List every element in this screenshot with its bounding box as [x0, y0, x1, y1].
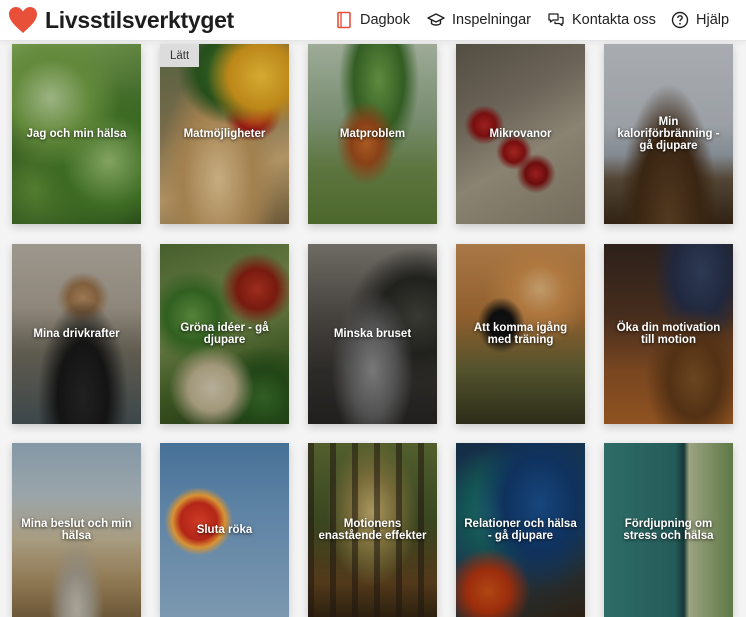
nav-dagbok[interactable]: Dagbok [335, 0, 410, 40]
card-label: Gröna idéer - gå djupare [180, 322, 269, 346]
card-label: Öka din motivation till motion [616, 322, 721, 346]
card-label: Matmöjligheter [183, 128, 266, 140]
nav-label: Hjälp [696, 12, 730, 28]
card-min-kaloriforbranning[interactable]: Min kaloriförbränning - gå djupare [604, 44, 733, 224]
difficulty-badge: Lätt [160, 44, 200, 67]
card-label: Matproblem [339, 128, 406, 140]
card-att-komma-igang[interactable]: Att komma igång med träning [456, 244, 585, 424]
card-label: Motionens enastående effekter [318, 518, 427, 542]
card-label: Att komma igång med träning [473, 322, 568, 346]
nav-label: Inspelningar [452, 12, 531, 28]
help-circle-icon [671, 11, 689, 29]
card-minska-bruset[interactable]: Minska bruset [308, 244, 437, 424]
card-label: Jag och min hälsa [26, 128, 127, 140]
card-mina-beslut[interactable]: Mina beslut och min hälsa [12, 443, 141, 617]
card-matmojligheter[interactable]: Matmöjligheter Lätt [160, 44, 289, 224]
card-label: Mikrovanor [489, 128, 552, 140]
card-label: Mina beslut och min hälsa [21, 518, 132, 542]
card-matproblem[interactable]: Matproblem [308, 44, 437, 224]
card-sluta-roka[interactable]: Sluta röka [160, 443, 289, 617]
top-bar: Livsstilsverktyget Dagbok Inspelningar K… [0, 0, 746, 41]
nav-hjalp[interactable]: Hjälp [671, 0, 729, 40]
card-label: Minska bruset [333, 328, 412, 340]
card-oka-din-motivation[interactable]: Öka din motivation till motion [604, 244, 733, 424]
heart-logo-icon [9, 7, 37, 33]
card-fordjupning-om-stress[interactable]: Fördjupning om stress och hälsa [604, 443, 733, 617]
card-label: Sluta röka [196, 524, 253, 536]
card-label: Min kaloriförbränning - gå djupare [617, 116, 720, 152]
logo[interactable]: Livsstilsverktyget [8, 6, 234, 34]
card-grona-ideer[interactable]: Gröna idéer - gå djupare [160, 244, 289, 424]
graduation-cap-icon [427, 13, 445, 26]
card-mina-drivkrafter[interactable]: Mina drivkrafter [12, 244, 141, 424]
nav-kontakta-oss[interactable]: Kontakta oss [547, 0, 656, 40]
card-mikrovanor[interactable]: Mikrovanor [456, 44, 585, 224]
card-jag-och-min-halsa[interactable]: Jag och min hälsa [12, 44, 141, 224]
card-motionens-effekter[interactable]: Motionens enastående effekter [308, 443, 437, 617]
nav-label: Dagbok [360, 12, 410, 28]
nav-inspelningar[interactable]: Inspelningar [427, 0, 531, 40]
chat-bubbles-icon [548, 13, 564, 27]
card-relationer-och-halsa[interactable]: Relationer och hälsa - gå djupare [456, 443, 585, 617]
diary-icon [337, 11, 351, 29]
nav-label: Kontakta oss [572, 12, 656, 28]
card-label: Fördjupning om stress och hälsa [623, 518, 714, 542]
card-label: Relationer och hälsa - gå djupare [464, 518, 577, 542]
app-name: Livsstilsverktyget [45, 6, 234, 33]
card-label: Mina drivkrafter [33, 328, 120, 340]
